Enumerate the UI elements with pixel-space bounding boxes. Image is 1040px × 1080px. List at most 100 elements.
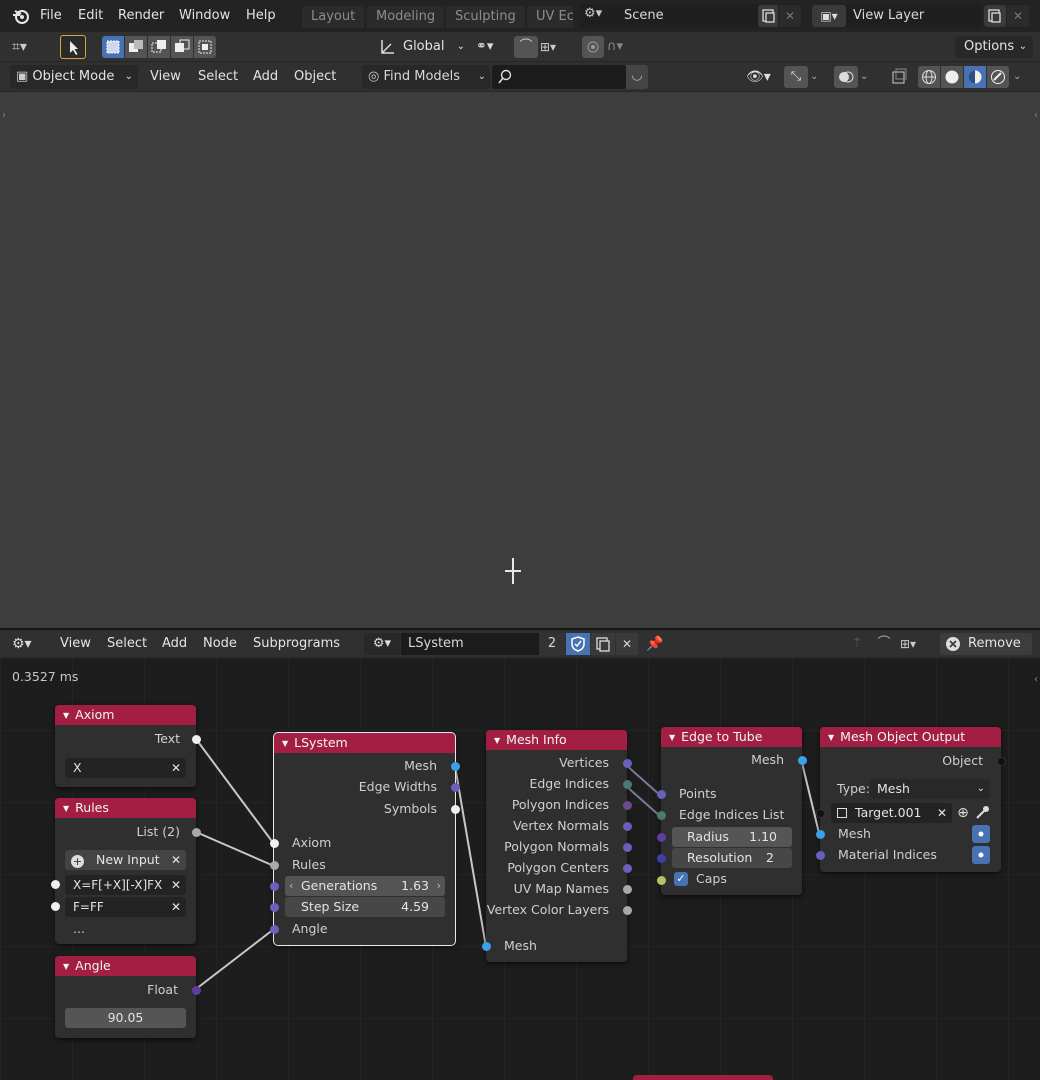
clear-icon[interactable]: ✕ bbox=[937, 803, 947, 823]
lsystem-mesh-socket[interactable] bbox=[451, 762, 460, 771]
select-mode-group[interactable] bbox=[102, 36, 216, 58]
toolbar-toggle-icon[interactable]: › bbox=[2, 110, 6, 121]
mesh-input-toggle-icon[interactable] bbox=[972, 825, 990, 843]
tab-uv-editing[interactable]: UV Ec bbox=[527, 6, 573, 28]
mesh-object-output-node[interactable]: ▼ Mesh Object Output Object Type: Mesh ⌄ T… bbox=[816, 727, 1006, 872]
parent-tree-icon[interactable]: ⇡ bbox=[846, 633, 868, 655]
viewport-menu-object[interactable]: Object bbox=[294, 66, 336, 88]
target-object-field[interactable]: Target.001 ✕ bbox=[831, 803, 952, 823]
orientation-dropdown[interactable]: Global ⌄ bbox=[403, 36, 465, 58]
pin-icon[interactable]: 📌 bbox=[646, 633, 666, 655]
options-dropdown[interactable]: Options ⌄ bbox=[955, 36, 1033, 58]
caps-checkbox[interactable]: ✓ bbox=[674, 872, 688, 886]
mesh-info-node[interactable]: ▼ Mesh Info Vertices Edge Indices Polygon… bbox=[482, 730, 632, 962]
lsystem-step-size-socket[interactable] bbox=[270, 903, 279, 912]
lsystem-axiom-socket[interactable] bbox=[270, 839, 279, 848]
visibility-icon[interactable]: 👁▾ bbox=[746, 66, 780, 88]
type-dropdown[interactable]: Mesh ⌄ bbox=[870, 779, 990, 799]
snap-icon[interactable]: ⌒ bbox=[514, 36, 538, 58]
radius-field[interactable]: Radius 1.10 bbox=[672, 827, 792, 847]
menu-file[interactable]: File bbox=[40, 6, 62, 26]
lsystem-node[interactable]: ▼ LSystem Mesh Edge Widths Symbols Axiom … bbox=[270, 732, 460, 946]
select-subtract-icon[interactable] bbox=[148, 36, 170, 58]
node-menu-node[interactable]: Node bbox=[203, 633, 237, 655]
object-mode-dropdown[interactable]: ▣ Object Mode ⌄ bbox=[10, 65, 138, 89]
new-view-layer-icon[interactable] bbox=[984, 5, 1006, 27]
new-scene-icon[interactable] bbox=[758, 5, 778, 27]
lsystem-angle-socket[interactable] bbox=[270, 925, 279, 934]
material-indices-socket[interactable] bbox=[816, 851, 825, 860]
target-socket[interactable] bbox=[816, 809, 825, 818]
remove-button[interactable]: Remove bbox=[940, 633, 1032, 655]
select-tool-icon[interactable] bbox=[60, 35, 86, 59]
node-menu-view[interactable]: View bbox=[60, 633, 91, 655]
view-layer-field[interactable]: View Layer bbox=[846, 4, 982, 28]
edge-to-tube-node-header[interactable]: ▼ Edge to Tube bbox=[661, 727, 802, 747]
menu-help[interactable]: Help bbox=[246, 6, 276, 26]
polygon-indices-socket[interactable] bbox=[623, 801, 632, 810]
resolution-field[interactable]: Resolution 2 bbox=[672, 848, 792, 868]
new-object-icon[interactable]: ⊕ bbox=[954, 804, 972, 822]
lsystem-symbols-socket[interactable] bbox=[451, 805, 460, 814]
uv-map-names-socket[interactable] bbox=[623, 885, 632, 894]
axiom-node[interactable]: ▼ Axiom Text X ✕ bbox=[55, 705, 201, 787]
mesh-info-node-header[interactable]: ▼ Mesh Info bbox=[486, 730, 627, 750]
overlays-icon[interactable] bbox=[834, 66, 858, 88]
polygon-normals-socket[interactable] bbox=[623, 843, 632, 852]
fake-user-shield-icon[interactable] bbox=[566, 633, 590, 655]
node-menu-add[interactable]: Add bbox=[162, 633, 187, 655]
collapse-icon[interactable]: ▼ bbox=[494, 731, 500, 751]
increment-icon[interactable]: › bbox=[437, 876, 441, 896]
mesh-output-mesh-socket[interactable] bbox=[816, 830, 825, 839]
shading-wireframe-icon[interactable] bbox=[918, 66, 940, 88]
lsystem-rules-socket[interactable] bbox=[270, 861, 279, 870]
points-socket[interactable] bbox=[657, 790, 666, 799]
collapse-icon[interactable]: ▼ bbox=[63, 799, 69, 819]
editor-type-icon[interactable]: ⚙▾ bbox=[12, 633, 46, 655]
axiom-node-header[interactable]: ▼ Axiom bbox=[55, 705, 196, 725]
scene-selector[interactable]: ⚙▾ Scene bbox=[580, 4, 758, 28]
node-tree-users[interactable]: 2 bbox=[539, 633, 565, 655]
tab-modeling[interactable]: Modeling bbox=[367, 6, 445, 28]
snap-target-icon[interactable]: ⊞▾ bbox=[540, 36, 574, 58]
caps-socket[interactable] bbox=[657, 876, 666, 885]
select-extend-icon[interactable] bbox=[125, 36, 147, 58]
viewport-menu-view[interactable]: View bbox=[150, 66, 181, 88]
gizmo-icon[interactable]: ⤡ bbox=[784, 66, 808, 88]
shading-material-icon[interactable] bbox=[964, 66, 986, 88]
node-menu-subprograms[interactable]: Subprograms bbox=[253, 633, 340, 655]
menu-edit[interactable]: Edit bbox=[78, 6, 103, 26]
rule-1-field[interactable]: X=F[+X][-X]FX ✕ bbox=[65, 875, 186, 895]
edge-to-tube-node[interactable]: ▼ Edge to Tube Mesh Points Edge Indices L… bbox=[657, 727, 807, 895]
sidebar-toggle-icon[interactable]: ‹ bbox=[1034, 110, 1038, 121]
collapse-icon[interactable]: ▼ bbox=[828, 728, 834, 748]
material-indices-toggle-icon[interactable] bbox=[972, 846, 990, 864]
shading-dropdown-icon[interactable]: ⌄ bbox=[1013, 66, 1027, 88]
viewport-menu-add[interactable]: Add bbox=[253, 66, 278, 88]
node-snap-icon[interactable]: ⌒ bbox=[872, 633, 896, 655]
tab-sculpting[interactable]: Sculpting bbox=[446, 6, 525, 28]
pivot-point-icon[interactable]: ⚭▾ bbox=[476, 36, 516, 58]
menu-render[interactable]: Render bbox=[118, 6, 164, 26]
node-menu-select[interactable]: Select bbox=[107, 633, 147, 655]
eyedropper-icon[interactable] bbox=[973, 804, 991, 822]
step-size-field[interactable]: Step Size 4.59 bbox=[285, 897, 445, 917]
generations-field[interactable]: ‹ Generations 1.63 › bbox=[285, 876, 445, 896]
edge-indices-list-socket[interactable] bbox=[657, 811, 666, 820]
node-snap-target-icon[interactable]: ⊞▾ bbox=[900, 633, 934, 655]
lsystem-node-header[interactable]: ▼ LSystem bbox=[274, 733, 455, 753]
select-new-icon[interactable] bbox=[102, 36, 124, 58]
shading-rendered-icon[interactable] bbox=[987, 66, 1009, 88]
vertex-color-layers-socket[interactable] bbox=[623, 906, 632, 915]
delete-scene-icon[interactable]: ✕ bbox=[779, 5, 801, 27]
collapse-icon[interactable]: ▼ bbox=[63, 706, 69, 726]
menu-window[interactable]: Window bbox=[179, 6, 230, 26]
angle-node-header[interactable]: ▼ Angle bbox=[55, 956, 196, 976]
lsystem-generations-socket[interactable] bbox=[270, 882, 279, 891]
falloff-icon[interactable]: ∩▾ bbox=[607, 36, 641, 58]
clear-icon[interactable]: ✕ bbox=[171, 897, 181, 917]
clear-icon[interactable]: ✕ bbox=[171, 875, 181, 895]
clear-icon[interactable]: ✕ bbox=[171, 850, 181, 870]
select-intersect-icon[interactable] bbox=[194, 36, 216, 58]
clear-icon[interactable]: ✕ bbox=[171, 758, 181, 778]
